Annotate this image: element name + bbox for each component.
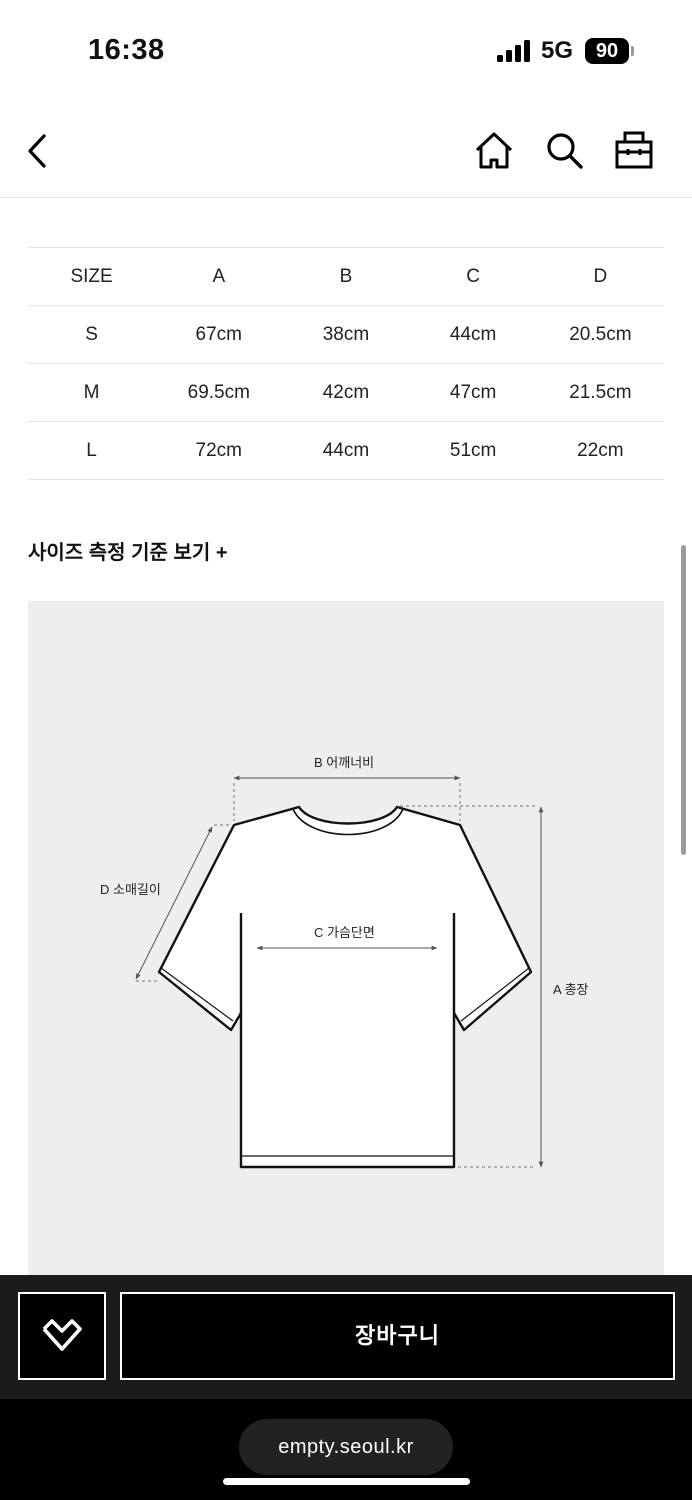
size-guide-toggle[interactable]: 사이즈 측정 기준 보기 +	[28, 536, 228, 565]
bag-icon[interactable]	[614, 130, 654, 170]
sleeve-length-label: D 소매길이	[100, 882, 161, 897]
table-cell: 21.5cm	[536, 363, 664, 422]
battery-level: 90	[585, 38, 629, 64]
table-header-cell: A	[155, 247, 283, 306]
battery-icon	[631, 46, 634, 56]
table-header-cell: C	[409, 247, 537, 306]
table-row: M 69.5cm 42cm 47cm 21.5cm	[28, 363, 664, 422]
add-to-cart-button[interactable]: 장바구니	[120, 1292, 675, 1380]
table-cell: M	[28, 363, 156, 422]
table-cell: 44cm	[282, 421, 410, 480]
table-cell: L	[28, 421, 156, 480]
url-bar[interactable]: empty.seoul.kr	[239, 1419, 453, 1475]
shoulder-width-label: B 어깨너비	[314, 755, 375, 770]
size-table: SIZE A B C D S 67cm 38cm 44cm 20.5cm M 6…	[28, 247, 664, 480]
action-bar: 장바구니	[0, 1275, 692, 1399]
table-cell: 20.5cm	[536, 305, 664, 364]
chest-width-label: C 가슴단면	[314, 925, 375, 940]
table-row: S 67cm 38cm 44cm 20.5cm	[28, 305, 664, 364]
signal-icon	[497, 40, 530, 62]
table-cell: 38cm	[282, 305, 410, 364]
table-cell: 72cm	[155, 421, 283, 480]
table-cell: 67cm	[155, 305, 283, 364]
table-cell: 22cm	[536, 421, 664, 480]
table-header-row: SIZE A B C D	[28, 247, 664, 306]
scrollbar[interactable]	[681, 545, 686, 855]
total-length-label: A 총장	[553, 982, 589, 997]
table-cell: 51cm	[409, 421, 537, 480]
heart-icon	[42, 1319, 82, 1351]
network-type: 5G	[541, 37, 574, 64]
table-cell: 47cm	[409, 363, 537, 422]
measurement-diagram: B 어깨너비 D 소매길이 C 가슴단면 A 총장	[28, 601, 664, 1281]
table-cell: 42cm	[282, 363, 410, 422]
back-icon[interactable]	[24, 132, 52, 170]
home-indicator	[223, 1478, 470, 1485]
tshirt-diagram	[135, 775, 544, 1169]
table-row: L 72cm 44cm 51cm 22cm	[28, 421, 664, 480]
home-icon[interactable]	[474, 130, 514, 170]
wishlist-button[interactable]	[18, 1292, 106, 1380]
table-header-cell: SIZE	[28, 247, 156, 306]
table-cell: 69.5cm	[155, 363, 283, 422]
table-header-cell: D	[536, 247, 664, 306]
table-cell: S	[28, 305, 156, 364]
status-time: 16:38	[88, 34, 165, 66]
table-cell: 44cm	[409, 305, 537, 364]
top-nav	[0, 100, 692, 198]
search-icon[interactable]	[544, 130, 584, 170]
status-bar: 16:38 5G 90	[0, 0, 692, 100]
table-header-cell: B	[282, 247, 410, 306]
browser-bar: empty.seoul.kr	[0, 1399, 692, 1500]
